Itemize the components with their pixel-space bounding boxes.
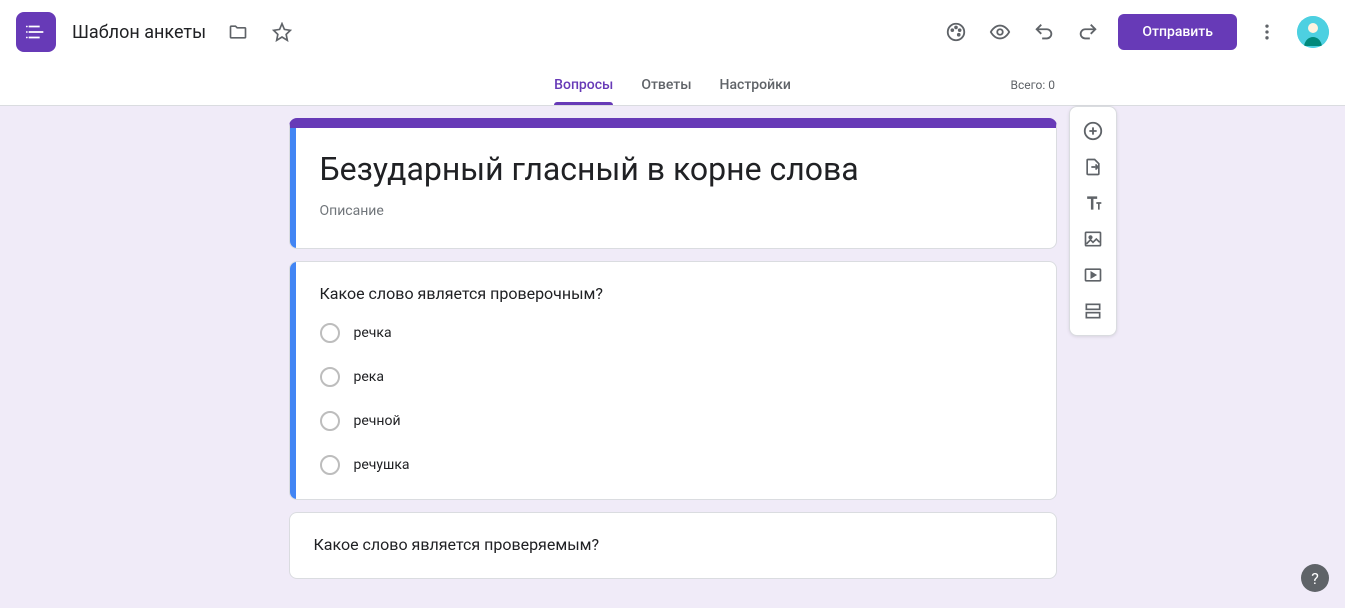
option-label: речной (354, 413, 401, 429)
total-points: Всего: 0 (1010, 78, 1055, 92)
form-description[interactable]: Описание (320, 203, 1032, 224)
tabbar: Вопросы Ответы Настройки Всего: 0 (0, 64, 1345, 106)
option-row[interactable]: речка (320, 323, 1032, 343)
preview-icon[interactable] (984, 16, 1016, 48)
add-video-icon[interactable] (1075, 257, 1111, 293)
add-image-icon[interactable] (1075, 221, 1111, 257)
question-text[interactable]: Какое слово является проверяемым? (314, 535, 1032, 554)
active-indicator (290, 262, 296, 499)
help-icon[interactable]: ? (1301, 564, 1329, 592)
option-label: речушка (354, 457, 410, 473)
app-logo[interactable] (16, 12, 56, 52)
doc-title[interactable]: Шаблон анкеты (72, 22, 206, 43)
add-section-icon[interactable] (1075, 293, 1111, 329)
add-title-icon[interactable] (1075, 185, 1111, 221)
palette-icon[interactable] (940, 16, 972, 48)
radio-icon (320, 455, 340, 475)
folder-icon[interactable] (222, 16, 254, 48)
radio-icon (320, 411, 340, 431)
option-row[interactable]: речной (320, 411, 1032, 431)
form-title[interactable]: Безударный гласный в корне слова (320, 150, 1032, 195)
radio-icon (320, 323, 340, 343)
more-icon[interactable] (1251, 16, 1283, 48)
question-card-2[interactable]: Какое слово является проверяемым? (289, 512, 1057, 579)
undo-icon[interactable] (1028, 16, 1060, 48)
option-row[interactable]: река (320, 367, 1032, 387)
radio-icon (320, 367, 340, 387)
option-row[interactable]: речушка (320, 455, 1032, 475)
question-card-1[interactable]: Какое слово является проверочным? речка … (289, 261, 1057, 500)
avatar[interactable] (1297, 16, 1329, 48)
question-text[interactable]: Какое слово является проверочным? (320, 284, 1032, 303)
tab-settings[interactable]: Настройки (720, 64, 791, 105)
canvas: Безударный гласный в корне слова Описани… (0, 106, 1345, 603)
send-button[interactable]: Отправить (1118, 14, 1237, 50)
star-icon[interactable] (266, 16, 298, 48)
add-question-icon[interactable] (1075, 113, 1111, 149)
redo-icon[interactable] (1072, 16, 1104, 48)
side-toolbar (1069, 106, 1117, 336)
import-icon[interactable] (1075, 149, 1111, 185)
tab-questions[interactable]: Вопросы (554, 64, 613, 105)
tab-answers[interactable]: Ответы (641, 64, 691, 105)
form-header-card[interactable]: Безударный гласный в корне слова Описани… (289, 118, 1057, 249)
active-indicator (290, 128, 296, 248)
option-label: река (354, 369, 384, 385)
option-label: речка (354, 325, 392, 341)
header: Шаблон анкеты Отправить (0, 0, 1345, 64)
